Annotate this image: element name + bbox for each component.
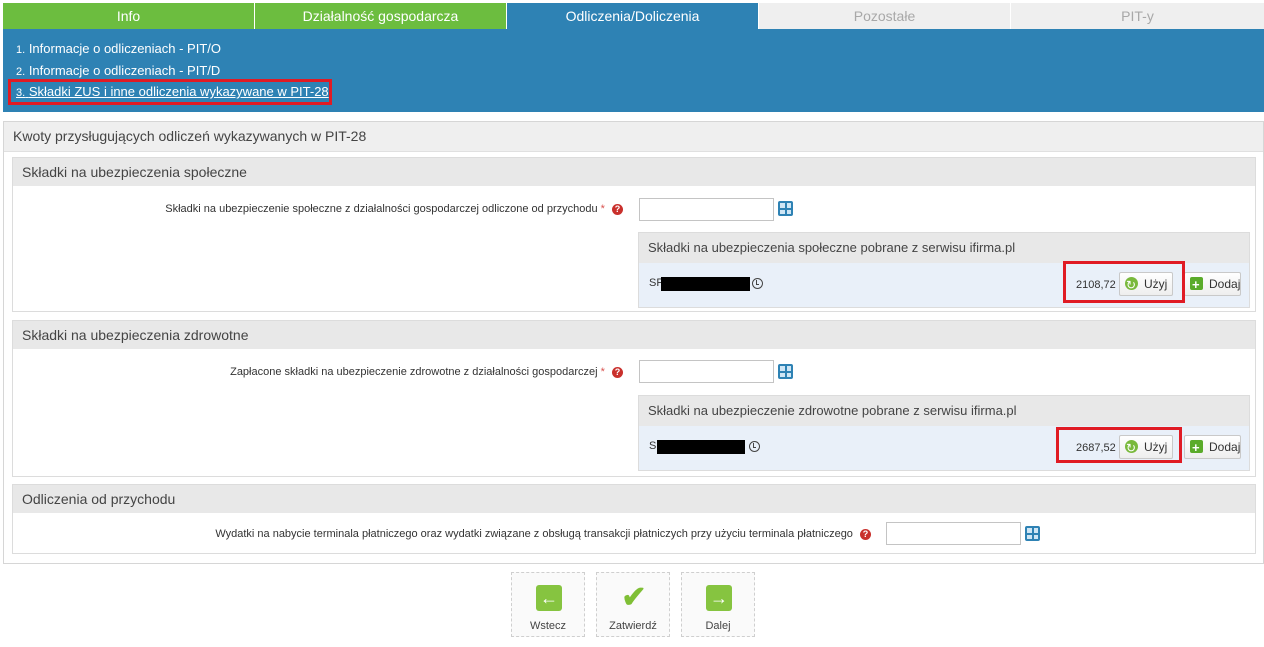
social-insurance-section: Składki na ubezpieczenia społeczne Skład… xyxy=(12,157,1256,312)
tab-deductions[interactable]: Odliczenia/Doliczenia xyxy=(507,3,759,29)
help-icon[interactable]: ? xyxy=(860,528,871,540)
help-icon[interactable]: ? xyxy=(612,203,623,215)
add-button-label: Dodaj xyxy=(1209,440,1241,454)
next-label: Dalej xyxy=(705,620,731,632)
redacted-text xyxy=(661,277,750,291)
health-insurance-section: Składki na ubezpieczenia zdrowotne Zapła… xyxy=(12,320,1256,477)
highlight-frame xyxy=(8,79,332,105)
required-mark: * xyxy=(600,203,605,215)
social-add-button[interactable]: Dodaj xyxy=(1184,272,1241,296)
calculator-icon[interactable] xyxy=(1025,526,1040,541)
submenu-item-pit-d[interactable]: 2. Informacje o odliczeniach - PIT/D xyxy=(16,63,220,78)
social-deduction-input[interactable] xyxy=(639,198,774,221)
income-field-label-wrap: Wydatki na nabycie terminala płatniczego… xyxy=(215,528,871,540)
highlight-frame xyxy=(1056,427,1182,463)
plus-icon xyxy=(1190,274,1203,296)
panel-title: Kwoty przysługujących odliczeń wykazywan… xyxy=(4,122,1263,152)
tab-business-activity[interactable]: Działalność gospodarcza xyxy=(255,3,507,29)
submenu-item-number: 1. xyxy=(16,44,26,56)
submenu-item-number: 2. xyxy=(16,66,26,78)
tab-pit-forms[interactable]: PIT-y xyxy=(1011,3,1264,29)
back-label: Wstecz xyxy=(529,620,567,632)
income-deductions-section: Odliczenia od przychodu Wydatki na nabyc… xyxy=(12,484,1256,554)
deductions-panel: Kwoty przysługujących odliczeń wykazywan… xyxy=(3,121,1264,564)
health-field-label: Zapłacone składki na ubezpieczenie zdrow… xyxy=(230,366,598,378)
clock-icon xyxy=(752,278,763,289)
health-field-label-wrap: Zapłacone składki na ubezpieczenie zdrow… xyxy=(230,366,623,378)
calculator-icon[interactable] xyxy=(778,364,793,379)
confirm-label: Zatwierdź xyxy=(609,620,657,632)
section-title: Składki na ubezpieczenia społeczne xyxy=(13,158,1255,186)
add-button-label: Dodaj xyxy=(1209,277,1241,291)
health-deduction-input[interactable] xyxy=(639,360,774,383)
deductions-submenu: 1. Informacje o odliczeniach - PIT/O 2. … xyxy=(3,29,1264,112)
submenu-item-label: Informacje o odliczeniach - PIT/D xyxy=(28,63,221,78)
highlight-frame xyxy=(1063,261,1185,303)
box-title: Składki na ubezpieczenia społeczne pobra… xyxy=(639,233,1249,263)
section-title: Odliczenia od przychodu xyxy=(13,485,1255,513)
tab-other[interactable]: Pozostałe xyxy=(759,3,1011,29)
checkmark-icon: ✔ xyxy=(621,581,647,614)
next-button[interactable]: → Dalej xyxy=(681,572,755,637)
income-field-label: Wydatki na nabycie terminala płatniczego… xyxy=(215,528,853,540)
tab-info[interactable]: Info xyxy=(3,3,255,29)
calculator-icon[interactable] xyxy=(778,201,793,216)
submenu-item-label: Informacje o odliczeniach - PIT/O xyxy=(28,41,222,56)
clock-icon xyxy=(749,441,760,452)
submenu-item-pit-o[interactable]: 1. Informacje o odliczeniach - PIT/O xyxy=(16,41,221,56)
row-prefix: S xyxy=(649,440,657,452)
redacted-text xyxy=(657,440,745,454)
social-field-label: Składki na ubezpieczenie społeczne z dzi… xyxy=(165,203,598,215)
help-icon[interactable]: ? xyxy=(612,366,623,378)
arrow-left-icon: ← xyxy=(536,585,562,611)
social-field-label-wrap: Składki na ubezpieczenie społeczne z dzi… xyxy=(165,203,623,215)
arrow-right-icon: → xyxy=(706,585,732,611)
terminal-expenses-input[interactable] xyxy=(886,522,1021,545)
back-button[interactable]: ← Wstecz xyxy=(511,572,585,637)
section-title: Składki na ubezpieczenia zdrowotne xyxy=(13,321,1255,349)
confirm-button[interactable]: ✔ Zatwierdź xyxy=(596,572,670,637)
top-tabs: Info Działalność gospodarcza Odliczenia/… xyxy=(3,3,1264,29)
required-mark: * xyxy=(600,366,605,378)
health-add-button[interactable]: Dodaj xyxy=(1184,435,1241,459)
box-title: Składki na ubezpieczenie zdrowotne pobra… xyxy=(639,396,1249,426)
plus-icon xyxy=(1190,437,1203,459)
